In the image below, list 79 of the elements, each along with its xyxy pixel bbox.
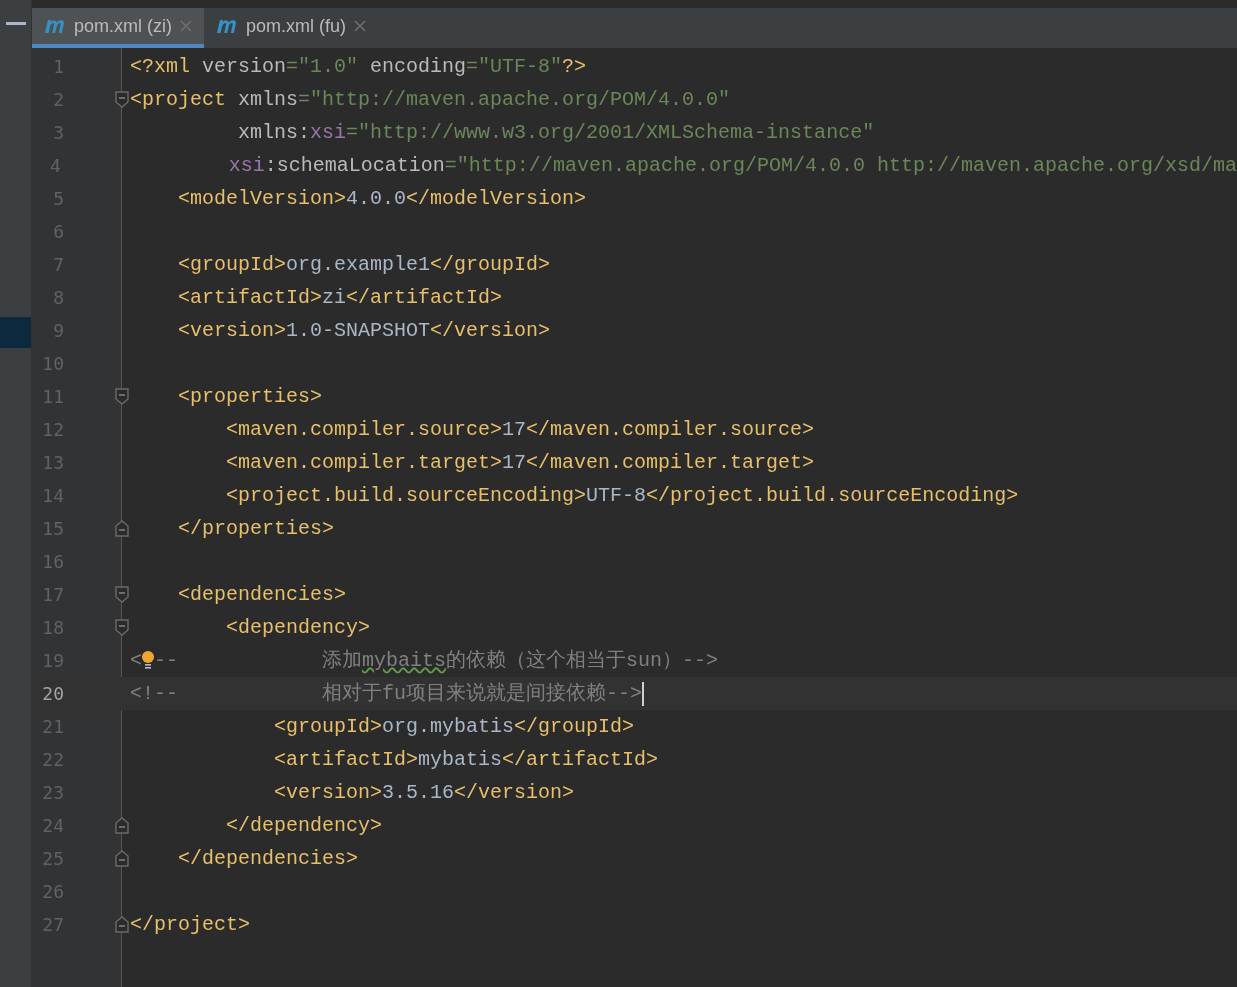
tab-label: pom.xml (zi): [74, 14, 172, 38]
code-token: </version>: [430, 317, 551, 344]
close-icon[interactable]: [354, 20, 366, 32]
code-token: <properties>: [177, 383, 323, 410]
maven-m-icon: [44, 18, 66, 34]
minimize-icon[interactable]: [5, 22, 26, 26]
fold-marker-icon[interactable]: [115, 388, 129, 405]
fold-marker-icon[interactable]: [115, 619, 129, 636]
code-comment: <: [130, 647, 142, 674]
maven-m-icon: [216, 18, 238, 34]
selected-strip-marker: [0, 317, 31, 348]
code-comment: mybaits: [362, 647, 447, 674]
code-token: </groupId>: [514, 713, 635, 740]
code-token: <artifactId>: [273, 746, 419, 773]
code-token: ="http://maven.apache.org/POM/4.0.0": [298, 86, 731, 113]
code-token: 17: [502, 416, 527, 443]
code-token: zi: [322, 284, 347, 311]
editor-tab[interactable]: pom.xml (fu): [204, 8, 378, 48]
code-token: ="http://maven.apache.org/POM/4.0.0 http://maven.apache.org/xsd/ma: [444, 152, 1237, 179]
code-token: <dependencies>: [177, 581, 347, 608]
code-token: </maven.compiler.target>: [526, 449, 815, 476]
code-token: </project.build.sourceEncoding>: [646, 482, 1019, 509]
fold-marker-icon[interactable]: [115, 91, 129, 108]
code-token: <groupId>: [273, 713, 383, 740]
code-token: </dependencies>: [177, 845, 359, 872]
code-token: </modelVersion>: [406, 185, 587, 212]
code-token: org.mybatis: [382, 713, 515, 740]
code-token: 1.0-SNAPSHOT: [286, 317, 431, 344]
code-token: ="UTF-8": [466, 53, 563, 80]
fold-marker-icon[interactable]: [115, 817, 129, 834]
code-token: UTF-8: [586, 482, 647, 509]
code-token: <maven.compiler.target>: [225, 449, 503, 476]
code-token: xsi: [227, 152, 265, 179]
close-icon[interactable]: [180, 20, 192, 32]
code-token: </groupId>: [430, 251, 551, 278]
lightbulb-icon[interactable]: [142, 649, 154, 672]
code-comment: 的依赖（这个相当于sun）-->: [446, 647, 719, 674]
code-token: <artifactId>: [177, 284, 323, 311]
code-token: <project: [130, 86, 227, 113]
fold-marker-icon[interactable]: [115, 586, 129, 603]
code-token: <project.build.sourceEncoding>: [225, 482, 587, 509]
code-comment: --: [154, 647, 180, 674]
code-token: 4.0.0: [346, 185, 407, 212]
code-token: </artifactId>: [346, 284, 503, 311]
code-token: xsi: [310, 119, 347, 146]
tab-label: pom.xml (fu): [246, 14, 346, 38]
editor-tab[interactable]: pom.xml (zi): [32, 8, 204, 48]
code-token: org.example1: [286, 251, 431, 278]
code-token: <dependency>: [225, 614, 371, 641]
code-token: ="http://www.w3.org/2001/XMLSchema-instance": [346, 119, 875, 146]
code-token: xmlns:: [237, 119, 311, 146]
code-token: </artifactId>: [502, 746, 659, 773]
fold-marker-icon[interactable]: [115, 520, 129, 537]
code-token: </version>: [454, 779, 575, 806]
code-token: <version>: [177, 317, 287, 344]
code-token: </maven.compiler.source>: [526, 416, 815, 443]
fold-marker-icon[interactable]: [115, 916, 129, 933]
code-token: </dependency>: [225, 812, 383, 839]
code-token: xmlns: [238, 86, 299, 113]
code-token: mybatis: [418, 746, 503, 773]
code-token: 17: [502, 449, 527, 476]
fold-marker-icon[interactable]: [115, 850, 129, 867]
text-caret: [642, 681, 645, 706]
code-token: :schemaLocation: [264, 152, 445, 179]
code-token: ="1.0": [286, 53, 360, 80]
code-token: <maven.compiler.source>: [225, 416, 503, 443]
line-number: 20: [41, 682, 64, 706]
code-token: <?xml: [130, 53, 191, 80]
code-token: <version>: [273, 779, 383, 806]
code-token: <groupId>: [177, 251, 287, 278]
code-token: 3.5.16: [382, 779, 455, 806]
code-token: </project>: [130, 911, 251, 938]
code-token: encoding: [370, 53, 467, 80]
code-token: version: [202, 53, 287, 80]
code-token: <modelVersion>: [177, 185, 347, 212]
code-token: ?>: [562, 53, 587, 80]
code-token: </properties>: [177, 515, 335, 542]
code-comment: <!-- 相对于fu项目来说就是间接依赖-->: [130, 680, 643, 707]
code-comment: 添加: [322, 647, 363, 674]
